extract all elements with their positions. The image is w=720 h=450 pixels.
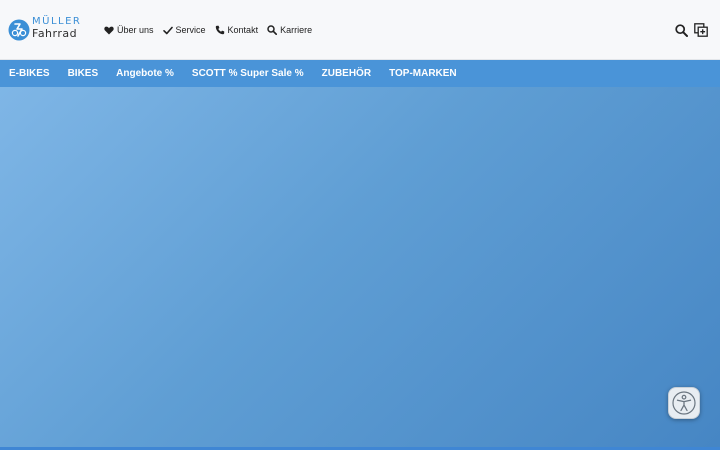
accessibility-button[interactable]	[668, 387, 700, 419]
util-link-service[interactable]: Service	[162, 25, 206, 35]
brand-name-line1: MÜLLER	[32, 16, 82, 27]
phone-icon	[215, 25, 224, 35]
nav-item-bikes[interactable]: BIKES	[68, 68, 99, 79]
nav-item-zubehoer[interactable]: ZUBEHÖR	[322, 68, 371, 79]
hero-banner	[0, 87, 720, 447]
compare-add-icon	[694, 23, 708, 37]
header: MÜLLER Fahrrad Über uns Service Kontakt	[0, 0, 720, 60]
accessibility-icon	[672, 391, 696, 415]
util-link-karriere[interactable]: Karriere	[267, 25, 312, 35]
utility-nav: Über uns Service Kontakt Karriere	[104, 23, 321, 37]
nav-item-top-marken[interactable]: TOP-MARKEN	[389, 68, 457, 79]
compare-button[interactable]	[693, 22, 709, 38]
brand-name-line2: Fahrrad	[32, 27, 78, 40]
util-link-kontakt[interactable]: Kontakt	[215, 25, 259, 35]
util-link-label: Service	[175, 25, 206, 35]
nav-item-angebote[interactable]: Angebote %	[116, 68, 174, 79]
check-icon	[162, 26, 173, 34]
search-icon	[674, 23, 688, 37]
util-link-label: Karriere	[280, 25, 313, 35]
util-link-ueber-uns[interactable]: Über uns	[104, 25, 154, 35]
nav-item-scott-super-sale[interactable]: SCOTT % Super Sale %	[192, 68, 304, 79]
search-button[interactable]	[673, 22, 689, 38]
util-link-label: Kontakt	[227, 25, 259, 35]
bike-logo-icon	[8, 19, 30, 41]
heart-icon	[104, 26, 114, 34]
search-icon	[267, 25, 278, 35]
main-nav: E-BIKES BIKES Angebote % SCOTT % Super S…	[0, 60, 720, 87]
nav-item-e-bikes[interactable]: E-BIKES	[9, 68, 50, 79]
util-link-label: Über uns	[117, 25, 154, 35]
